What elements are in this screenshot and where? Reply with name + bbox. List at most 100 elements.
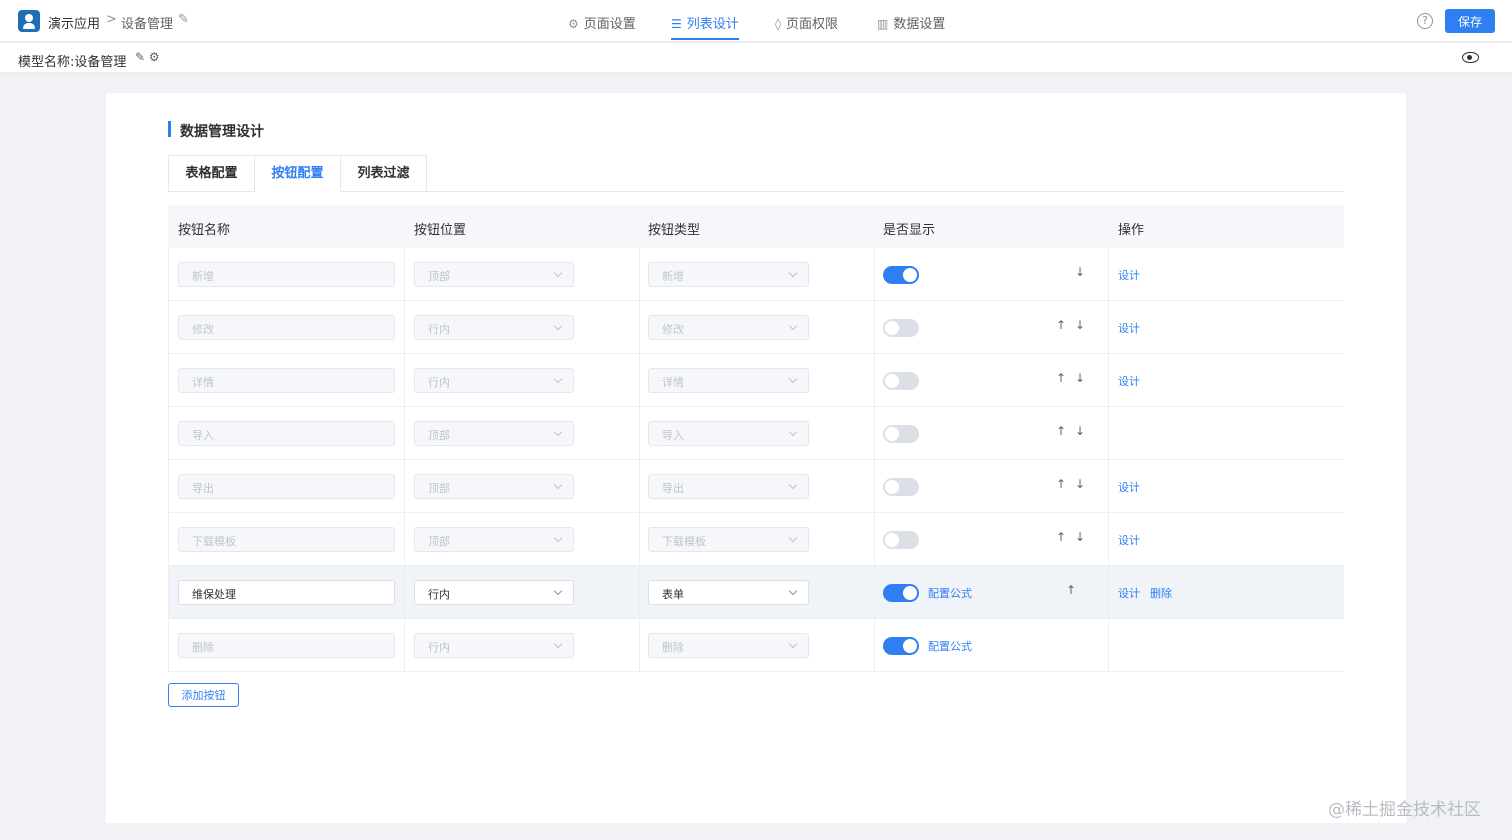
row-action-link[interactable]: 设计: [1118, 267, 1140, 283]
move-up-icon[interactable]: ↑: [1056, 477, 1066, 491]
button-name-input[interactable]: 详情: [178, 368, 395, 393]
button-position-select[interactable]: 行内: [414, 315, 574, 340]
move-up-icon[interactable]: ↑: [1056, 318, 1066, 332]
visible-toggle[interactable]: [883, 637, 919, 655]
select-value: 详情: [662, 376, 684, 389]
button-name-input[interactable]: 维保处理: [178, 580, 395, 605]
model-settings-icon[interactable]: ⚙: [149, 50, 160, 64]
help-icon[interactable]: ?: [1417, 13, 1433, 29]
select-value: 表单: [662, 588, 684, 601]
select-value: 导出: [662, 482, 684, 495]
row-action-link[interactable]: 设计: [1118, 479, 1140, 495]
column-divider: [1108, 248, 1109, 301]
button-position-select[interactable]: 行内: [414, 633, 574, 658]
chevron-down-icon: [553, 268, 563, 278]
button-name-input[interactable]: 新增: [178, 262, 395, 287]
chevron-down-icon: [788, 268, 798, 278]
row-action-link[interactable]: 设计: [1118, 320, 1140, 336]
button-name-input[interactable]: 修改: [178, 315, 395, 340]
move-up-icon[interactable]: ↑: [1056, 424, 1066, 438]
nav-tab-label: 页面设置: [583, 17, 636, 32]
edit-model-icon[interactable]: ✎: [135, 50, 145, 64]
config-formula-link[interactable]: 配置公式: [928, 638, 972, 654]
button-type-select[interactable]: 删除: [648, 633, 809, 658]
column-divider: [404, 619, 405, 672]
column-divider: [1108, 619, 1109, 672]
tab-list-filter[interactable]: 列表过滤: [341, 155, 427, 192]
button-type-select[interactable]: 新增: [648, 262, 809, 287]
button-type-select[interactable]: 详情: [648, 368, 809, 393]
column-divider: [874, 301, 875, 354]
move-down-icon[interactable]: ↓: [1075, 530, 1085, 544]
move-down-icon[interactable]: ↓: [1075, 424, 1085, 438]
move-up-icon[interactable]: ↑: [1056, 530, 1066, 544]
column-divider: [1108, 460, 1109, 513]
chevron-down-icon: [788, 427, 798, 437]
visible-toggle[interactable]: [883, 266, 919, 284]
chevron-down-icon: [788, 480, 798, 490]
row-action-link[interactable]: 设计: [1118, 373, 1140, 389]
button-position-select[interactable]: 行内: [414, 580, 574, 605]
button-type-select[interactable]: 下载模板: [648, 527, 809, 552]
chevron-down-icon: [553, 374, 563, 384]
select-value: 行内: [428, 376, 450, 389]
button-position-select[interactable]: 行内: [414, 368, 574, 393]
visible-toggle[interactable]: [883, 531, 919, 549]
table-header: 按钮名称 按钮位置 按钮类型 是否显示 操作: [168, 205, 1344, 248]
visible-toggle[interactable]: [883, 372, 919, 390]
move-down-icon[interactable]: ↓: [1075, 477, 1085, 491]
select-value: 顶部: [428, 482, 450, 495]
visible-toggle[interactable]: [883, 319, 919, 337]
preview-eye-icon[interactable]: [1462, 52, 1479, 63]
config-formula-link[interactable]: 配置公式: [928, 585, 972, 601]
app-logo-icon[interactable]: [18, 10, 40, 32]
button-type-select[interactable]: 导出: [648, 474, 809, 499]
column-divider: [639, 248, 640, 301]
visible-toggle[interactable]: [883, 478, 919, 496]
column-divider: [639, 566, 640, 619]
button-name-input[interactable]: 下载模板: [178, 527, 395, 552]
button-position-select[interactable]: 顶部: [414, 421, 574, 446]
chevron-down-icon: [553, 321, 563, 331]
visible-toggle[interactable]: [883, 584, 919, 602]
button-position-select[interactable]: 顶部: [414, 474, 574, 499]
tab-table-config[interactable]: 表格配置: [168, 155, 255, 192]
select-value: 顶部: [428, 429, 450, 442]
button-name-input[interactable]: 导出: [178, 474, 395, 499]
edit-name-icon[interactable]: ✎: [178, 12, 189, 27]
nav-tab-data-settings[interactable]: ▥ 数据设置: [877, 0, 945, 42]
save-button[interactable]: 保存: [1445, 9, 1495, 33]
button-name-input[interactable]: 导入: [178, 421, 395, 446]
row-action-link[interactable]: 删除: [1150, 585, 1172, 601]
tab-button-config[interactable]: 按钮配置: [255, 155, 341, 192]
button-type-select[interactable]: 表单: [648, 580, 809, 605]
move-up-icon[interactable]: ↑: [1056, 371, 1066, 385]
move-down-icon[interactable]: ↓: [1075, 265, 1085, 279]
button-position-select[interactable]: 顶部: [414, 262, 574, 287]
nav-tab-page-permissions[interactable]: ◊ 页面权限: [775, 0, 838, 42]
column-divider: [168, 566, 169, 619]
add-button-button[interactable]: 添加按钮: [168, 683, 239, 707]
move-up-icon[interactable]: ↑: [1066, 583, 1076, 597]
select-value: 行内: [428, 323, 450, 336]
column-divider: [404, 513, 405, 566]
move-down-icon[interactable]: ↓: [1075, 318, 1085, 332]
button-name-input[interactable]: 删除: [178, 633, 395, 658]
breadcrumb-app[interactable]: 演示应用: [48, 13, 100, 32]
column-header-actions: 操作: [1118, 223, 1145, 238]
row-action-link[interactable]: 设计: [1118, 532, 1140, 548]
column-divider: [639, 301, 640, 354]
nav-tab-page-settings[interactable]: ⚙ 页面设置: [568, 0, 636, 42]
visible-toggle[interactable]: [883, 425, 919, 443]
select-value: 删除: [662, 641, 684, 654]
chevron-down-icon: [553, 533, 563, 543]
breadcrumb-separator-icon: >: [106, 12, 117, 27]
button-type-select[interactable]: 修改: [648, 315, 809, 340]
button-type-select[interactable]: 导入: [648, 421, 809, 446]
column-divider: [168, 301, 169, 354]
row-action-link[interactable]: 设计: [1118, 585, 1140, 601]
button-position-select[interactable]: 顶部: [414, 527, 574, 552]
nav-tab-list-design[interactable]: ☰ 列表设计: [671, 0, 739, 42]
config-tabs: 表格配置 按钮配置 列表过滤: [168, 155, 1344, 192]
move-down-icon[interactable]: ↓: [1075, 371, 1085, 385]
